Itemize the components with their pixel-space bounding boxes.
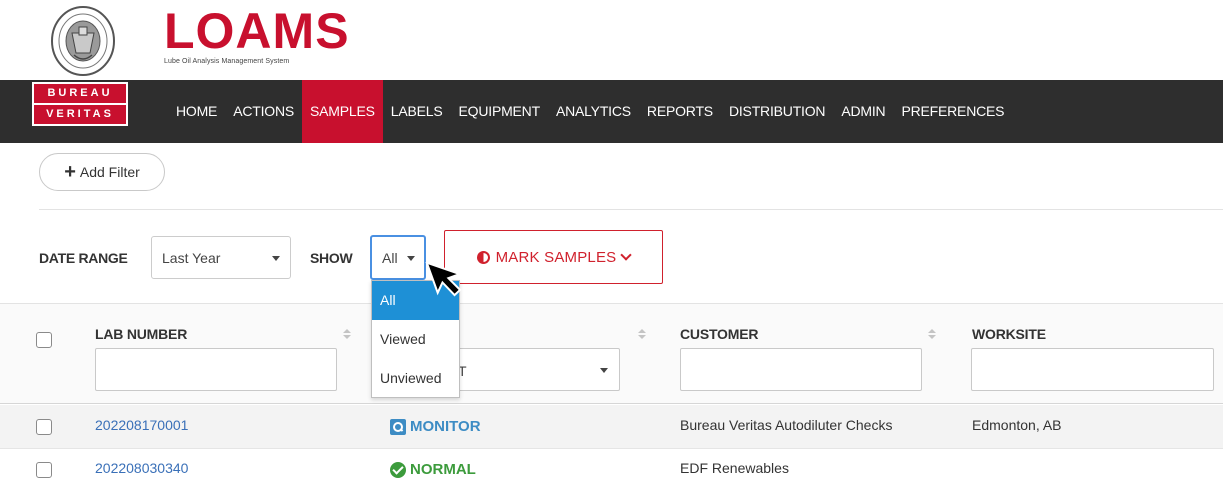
table-header: LAB NUMBER T CUSTOMER WORKSITE — [0, 303, 1223, 404]
customer-cell: Bureau Veritas Autodiluter Checks — [680, 417, 893, 433]
show-select[interactable]: All — [370, 235, 426, 280]
add-filter-label: Add Filter — [79, 164, 140, 180]
loams-logo: LOAMS Lube Oil Analysis Management Syste… — [164, 6, 350, 65]
lab-number-link[interactable]: 202208170001 — [95, 417, 188, 433]
nav-item-actions[interactable]: ACTIONS — [225, 80, 302, 143]
nav-item-equipment[interactable]: EQUIPMENT — [451, 80, 548, 143]
nav-item-analytics[interactable]: ANALYTICS — [548, 80, 639, 143]
status-cell: MONITOR — [390, 418, 481, 435]
nav-item-reports[interactable]: REPORTS — [639, 80, 721, 143]
nav-item-admin[interactable]: ADMIN — [833, 80, 893, 143]
logo-tagline: Lube Oil Analysis Management System — [164, 58, 290, 65]
half-circle-icon — [476, 250, 490, 264]
mark-samples-label: MARK SAMPLES — [495, 248, 617, 266]
column-header-worksite[interactable]: WORKSITE — [972, 326, 1046, 342]
date-range-value: Last Year — [162, 250, 221, 266]
caret-down-icon — [272, 256, 280, 261]
app-header: LOAMS Lube Oil Analysis Management Syste… — [0, 0, 1223, 80]
bureau-veritas-seal-logo — [51, 6, 115, 76]
show-label: SHOW — [310, 250, 353, 266]
sort-icon[interactable] — [928, 329, 936, 341]
logo-text: LOAMS — [164, 3, 350, 59]
badge-line-2: VERITAS — [34, 105, 126, 124]
mark-samples-button[interactable]: MARK SAMPLES — [444, 230, 663, 284]
caret-down-icon — [407, 256, 415, 261]
status-cell: NORMAL — [390, 461, 476, 478]
filter-divider — [39, 209, 1223, 210]
mouse-pointer-icon — [425, 262, 463, 297]
nav-item-distribution[interactable]: DISTRIBUTION — [721, 80, 833, 143]
customer-cell: EDF Renewables — [680, 460, 789, 476]
plus-icon: + — [64, 161, 76, 183]
check-circle-icon — [390, 461, 406, 478]
date-range-label: DATE RANGE — [39, 250, 128, 266]
show-option-unviewed[interactable]: Unviewed — [372, 359, 459, 398]
status-label: MONITOR — [410, 418, 481, 435]
lab-number-filter-input[interactable] — [95, 348, 337, 391]
lab-number-link[interactable]: 202208030340 — [95, 460, 188, 476]
row-checkbox[interactable] — [36, 419, 52, 435]
chevron-down-icon — [620, 248, 633, 261]
nav-item-home[interactable]: HOME — [168, 80, 225, 143]
nav-item-samples[interactable]: SAMPLES — [302, 80, 383, 143]
customer-filter-input[interactable] — [680, 348, 922, 391]
nav-item-labels[interactable]: LABELS — [383, 80, 451, 143]
nav-menu: HOME ACTIONS SAMPLES LABELS EQUIPMENT AN… — [168, 80, 1012, 143]
show-value: All — [382, 250, 398, 266]
add-filter-button[interactable]: + Add Filter — [39, 153, 165, 191]
column-header-customer[interactable]: CUSTOMER — [680, 326, 758, 342]
caret-down-icon — [600, 368, 608, 373]
nav-item-preferences[interactable]: PREFERENCES — [893, 80, 1012, 143]
table-row: 202208030340 NORMAL EDF Renewables — [0, 450, 1223, 480]
bureau-veritas-badge-logo: BUREAU VERITAS — [32, 82, 128, 126]
column-header-lab-number[interactable]: LAB NUMBER — [95, 326, 187, 342]
monitor-icon — [390, 418, 406, 435]
row-checkbox[interactable] — [36, 462, 52, 478]
status-label: NORMAL — [410, 461, 476, 478]
sort-icon[interactable] — [638, 329, 646, 341]
select-all-checkbox[interactable] — [36, 332, 52, 348]
worksite-filter-input[interactable] — [971, 348, 1214, 391]
show-option-viewed[interactable]: Viewed — [372, 320, 459, 359]
worksite-cell: Edmonton, AB — [972, 417, 1062, 433]
main-navbar: BUREAU VERITAS HOME ACTIONS SAMPLES LABE… — [0, 80, 1223, 143]
sort-icon[interactable] — [343, 329, 351, 341]
date-range-select[interactable]: Last Year — [151, 236, 291, 279]
badge-line-1: BUREAU — [34, 84, 126, 103]
table-row: 202208170001 MONITOR Bureau Veritas Auto… — [0, 405, 1223, 449]
